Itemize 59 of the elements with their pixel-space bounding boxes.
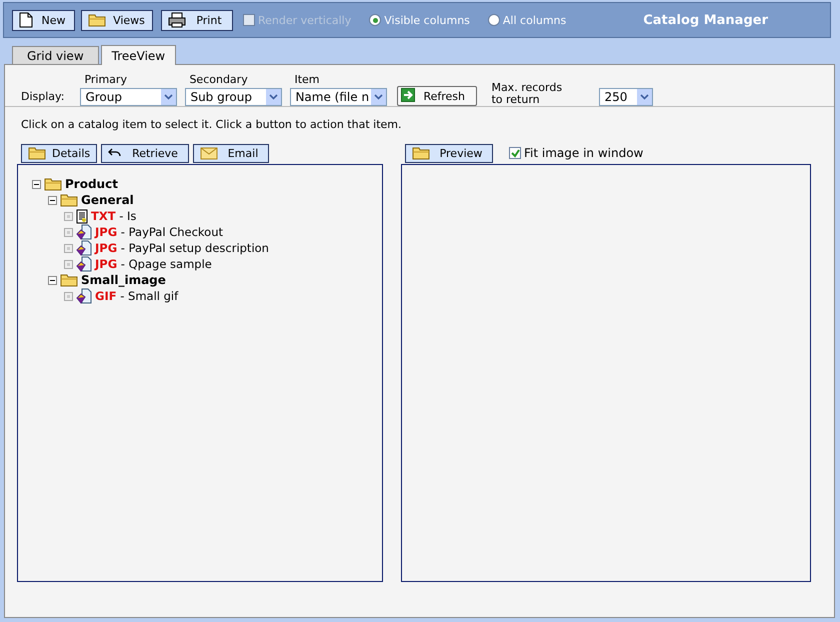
app-title: Catalog Manager xyxy=(643,12,768,28)
envelope-icon xyxy=(200,146,218,160)
image-file-icon xyxy=(76,240,92,256)
field-caption: Primary xyxy=(83,73,128,86)
image-file-icon xyxy=(76,288,92,304)
preview-button[interactable]: Preview xyxy=(405,144,493,162)
folder-icon xyxy=(88,13,106,27)
folder-icon xyxy=(412,146,430,160)
max-records-label: Max. records to return xyxy=(491,82,564,106)
tree-folder[interactable]: Small_image xyxy=(81,273,166,287)
radio-button[interactable] xyxy=(369,14,382,26)
dropdown[interactable]: Sub group xyxy=(185,88,282,106)
action-button[interactable]: Details xyxy=(21,144,97,162)
image-file-icon xyxy=(76,256,92,272)
toolbar-button[interactable]: Views xyxy=(81,10,153,30)
dropdown[interactable]: Group xyxy=(80,88,178,106)
tree-item[interactable]: GIF - Small gif xyxy=(95,289,178,303)
tree-item[interactable]: JPG - PayPal setup description xyxy=(95,241,269,255)
leaf-box-icon xyxy=(64,260,73,268)
undo-icon xyxy=(108,147,122,159)
leaf-box-icon xyxy=(64,292,73,300)
refresh-button[interactable]: Refresh xyxy=(397,86,478,106)
radio-label: All columns xyxy=(502,14,566,26)
folder-icon xyxy=(28,146,46,160)
dropdown[interactable]: Name (file n xyxy=(290,88,388,106)
checkbox[interactable] xyxy=(509,147,521,159)
leaf-box-icon xyxy=(64,244,73,252)
folder-icon xyxy=(60,273,78,287)
toolbar-button[interactable]: New xyxy=(12,10,75,30)
action-button[interactable]: Email xyxy=(193,144,269,162)
checkbox-label: Fit image in window xyxy=(524,146,644,160)
action-button[interactable]: Retrieve xyxy=(101,144,189,162)
leaf-box-icon xyxy=(64,228,73,236)
tab[interactable]: TreeView xyxy=(100,45,176,65)
tree-item[interactable]: JPG - Qpage sample xyxy=(95,257,212,271)
folder-icon xyxy=(60,193,78,207)
tree-item[interactable]: TXT - Is xyxy=(91,209,136,223)
collapse-icon[interactable] xyxy=(48,196,57,204)
toolbar-button[interactable]: Print xyxy=(161,10,233,30)
field-caption: Secondary xyxy=(188,73,249,86)
text-file-icon xyxy=(76,208,88,224)
image-file-icon xyxy=(76,224,92,240)
field-caption: Item xyxy=(293,73,320,86)
folder-icon xyxy=(44,177,62,191)
display-label: Display: xyxy=(21,90,64,103)
tree-folder[interactable]: General xyxy=(81,193,134,207)
radio-button[interactable] xyxy=(488,14,500,26)
leaf-box-icon xyxy=(64,212,73,220)
radio-label: Visible columns xyxy=(384,14,470,26)
tree-item[interactable]: JPG - PayPal Checkout xyxy=(95,225,224,239)
tab[interactable]: Grid view xyxy=(12,46,99,64)
collapse-icon[interactable] xyxy=(32,180,41,188)
page-icon xyxy=(19,12,33,28)
tree-folder[interactable]: Product xyxy=(65,177,118,191)
instruction-text: Click on a catalog item to select it. Click a button to action that item. xyxy=(20,117,402,133)
dropdown[interactable]: 250 xyxy=(599,88,654,106)
printer-icon xyxy=(168,12,186,28)
checkbox-label: Render vertically xyxy=(258,14,352,26)
collapse-icon[interactable] xyxy=(48,276,57,284)
